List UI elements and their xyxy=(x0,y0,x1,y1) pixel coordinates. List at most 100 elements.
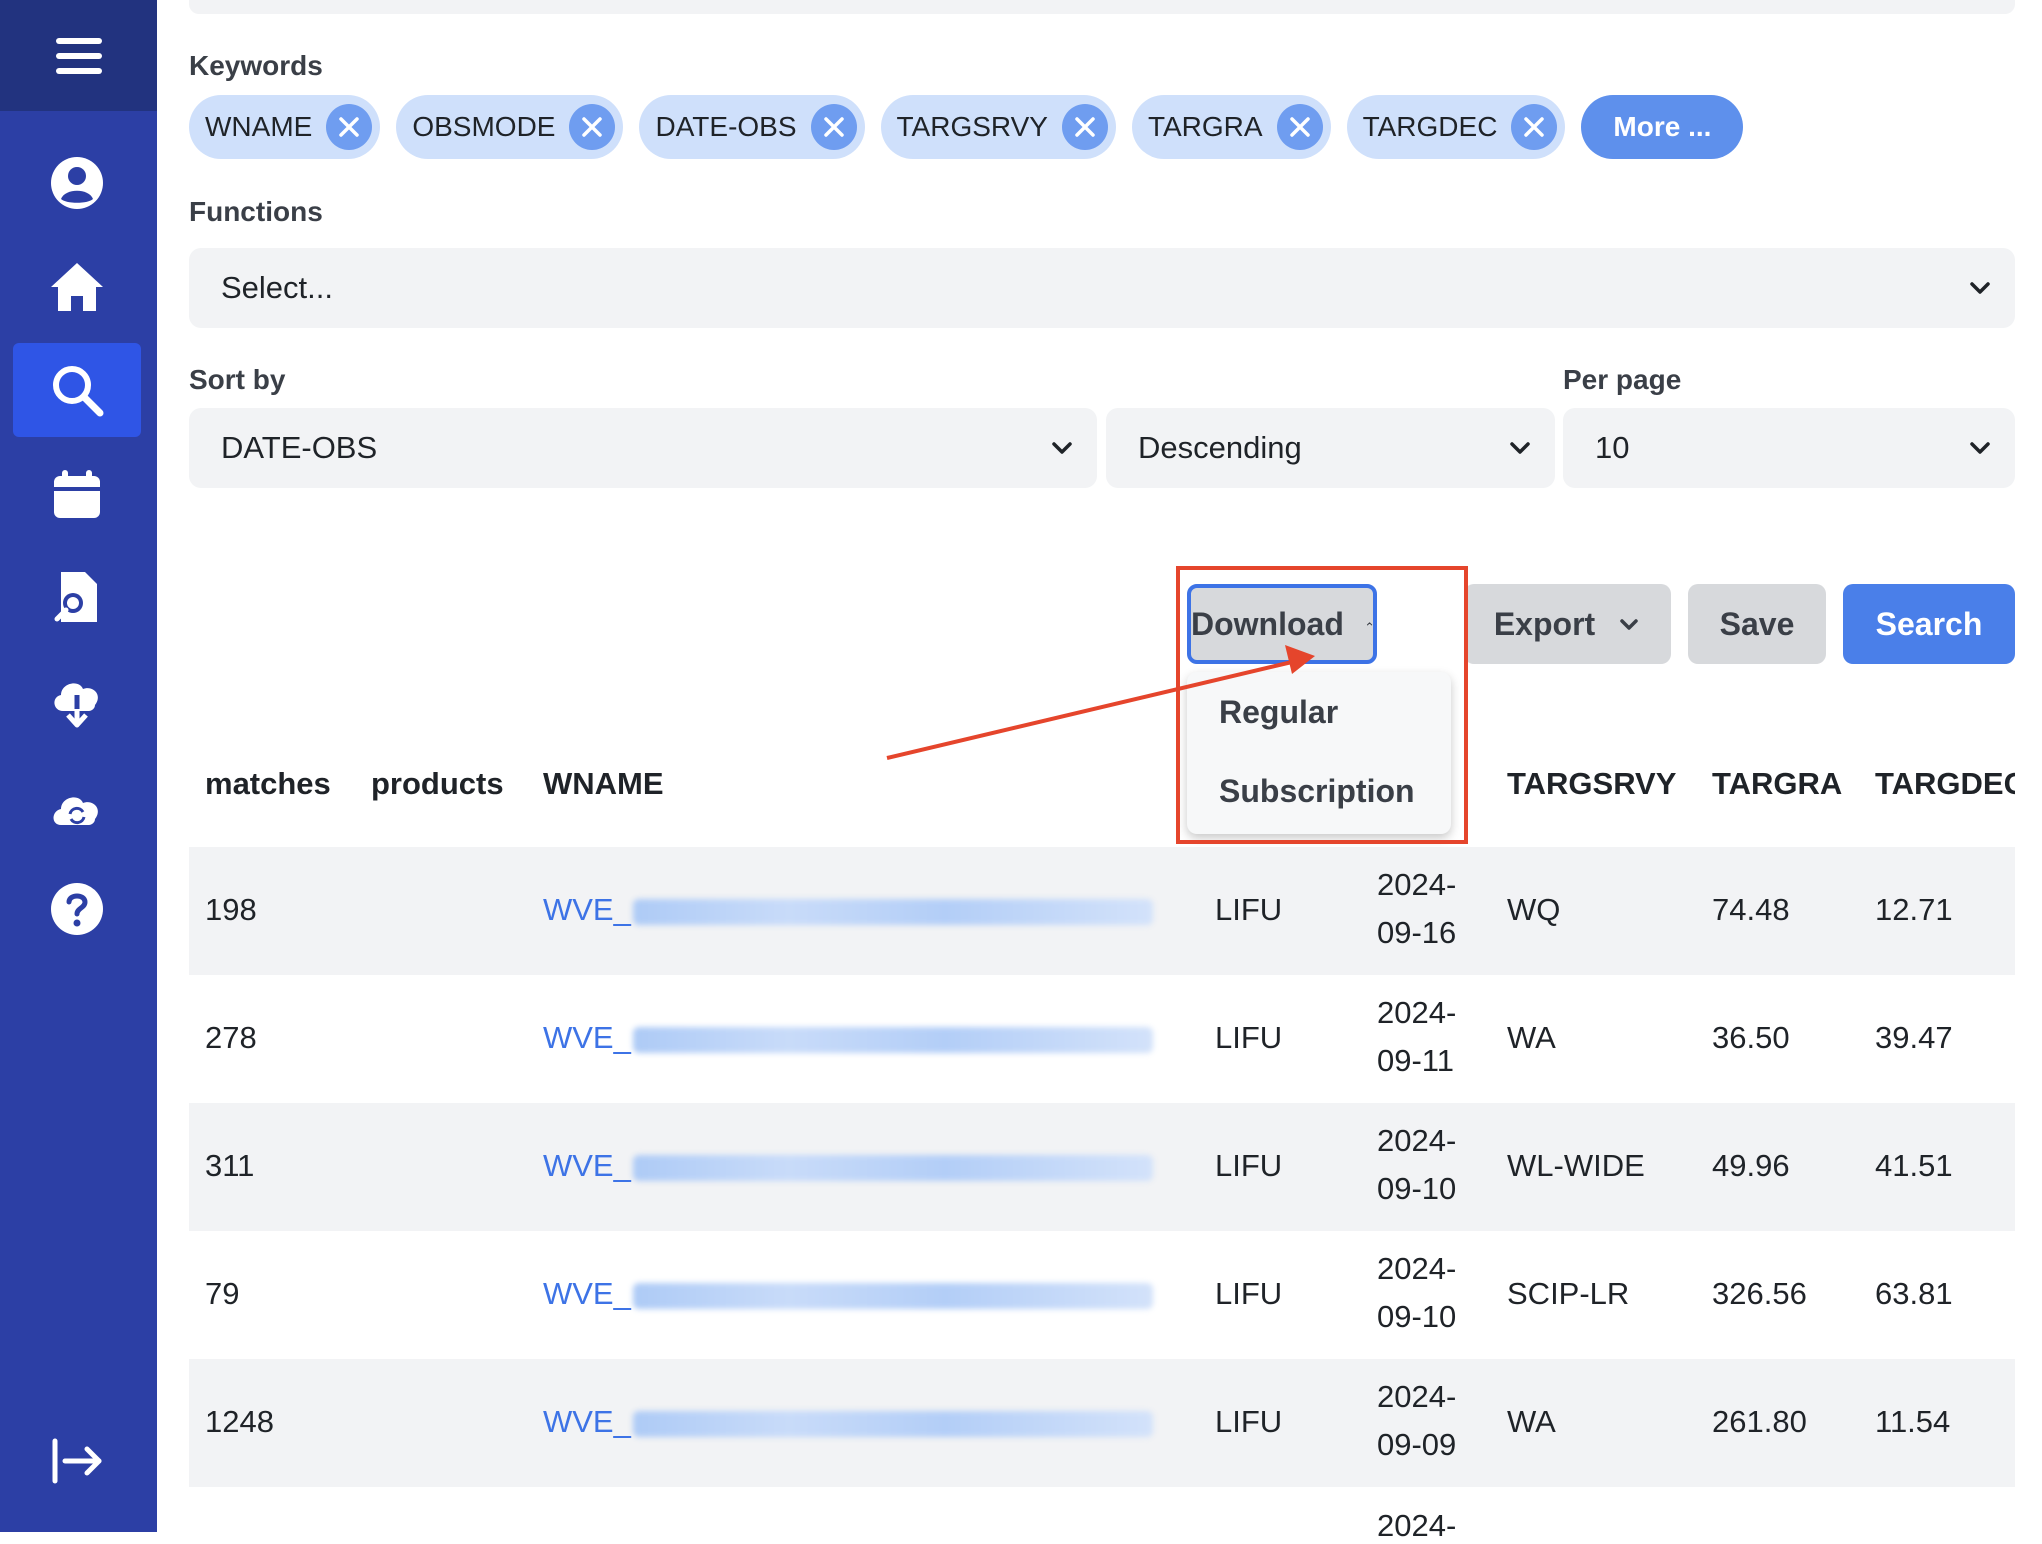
column-header-targdec[interactable]: TARGDEC xyxy=(1875,766,2026,802)
date-part: 2024- xyxy=(1377,867,1457,902)
chip-remove-button[interactable] xyxy=(1061,104,1108,150)
column-header-products[interactable]: products xyxy=(371,766,504,802)
save-button[interactable]: Save xyxy=(1688,584,1826,664)
sidebar-menu-toggle[interactable] xyxy=(0,0,157,111)
search-panel: Keywords WNAME OBSMODE DATE-OBS TARGSRVY… xyxy=(157,0,2042,1543)
user-circle-icon xyxy=(51,157,103,209)
download-button-label: Download xyxy=(1191,605,1344,642)
cell-date-obs-partial: 2024- xyxy=(1377,1508,1457,1543)
cell-targra: 326.56 xyxy=(1712,1276,1807,1311)
column-header-wname[interactable]: WNAME xyxy=(543,766,664,802)
close-icon xyxy=(1524,117,1545,137)
chip-remove-button[interactable] xyxy=(1276,104,1323,150)
chip-remove-button[interactable] xyxy=(1511,104,1558,150)
per-page-label: Per page xyxy=(1563,364,1682,395)
cell-wname[interactable]: WVE_ xyxy=(543,1276,1153,1312)
cell-targra: 36.50 xyxy=(1712,1020,1790,1055)
keyword-chip-wname: WNAME xyxy=(189,95,381,159)
chevron-down-icon xyxy=(1510,442,1530,454)
close-icon xyxy=(823,117,844,137)
chip-label: WNAME xyxy=(205,111,313,142)
home-icon xyxy=(51,263,103,311)
cell-date-obs: 2024- 09-09 xyxy=(1377,1373,1456,1469)
chevron-up-icon xyxy=(1366,622,1373,626)
sidebar-item-logout[interactable] xyxy=(13,1414,141,1508)
cell-targsrvy: WA xyxy=(1507,1404,1556,1439)
sidebar-item-cloud-download[interactable] xyxy=(13,654,141,748)
logout-icon xyxy=(52,1438,102,1484)
chip-label: TARGSRVY xyxy=(896,111,1048,142)
table-row: 79 WVE_ LIFU 2024- 09-10 SCIP-LR 326.56 6… xyxy=(189,1231,2015,1359)
cell-wname[interactable]: WVE_ xyxy=(543,1148,1153,1184)
more-keywords-button[interactable]: More ... xyxy=(1581,95,1744,159)
close-icon xyxy=(582,117,603,137)
table-row: 1248 WVE_ LIFU 2024- 09-09 WA 261.80 11.5… xyxy=(189,1359,2015,1487)
sort-field-select[interactable]: DATE-OBS xyxy=(189,408,1097,488)
cell-obsmode: LIFU xyxy=(1215,1020,1283,1055)
date-part: 09-09 xyxy=(1377,1427,1457,1462)
keyword-chip-obsmode: OBSMODE xyxy=(396,95,624,159)
column-header-targra[interactable]: TARGRA xyxy=(1712,766,1842,802)
wname-link[interactable]: WVE_ xyxy=(543,1148,631,1183)
sidebar-item-search[interactable] xyxy=(13,343,141,437)
sidebar-item-home[interactable] xyxy=(13,240,141,334)
date-part: 09-16 xyxy=(1377,915,1457,950)
download-menu: Regular Subscription xyxy=(1187,672,1451,834)
date-part: 09-11 xyxy=(1377,1043,1454,1078)
cell-wname[interactable]: WVE_ xyxy=(543,892,1153,928)
keyword-chip-targsrvy: TARGSRVY xyxy=(880,95,1116,159)
cell-date-obs: 2024- 09-16 xyxy=(1377,861,1456,957)
cell-matches: 198 xyxy=(205,892,257,927)
cell-matches: 278 xyxy=(205,1020,257,1055)
download-menu-item-subscription[interactable]: Subscription xyxy=(1219,773,1415,810)
calendar-icon xyxy=(54,470,100,518)
column-header-targsrvy[interactable]: TARGSRVY xyxy=(1507,766,1676,802)
date-part: 09-10 xyxy=(1377,1299,1457,1334)
column-header-matches[interactable]: matches xyxy=(205,766,331,802)
cell-targra: 49.96 xyxy=(1712,1148,1790,1183)
chip-remove-button[interactable] xyxy=(569,104,616,150)
keyword-chip-date-obs: DATE-OBS xyxy=(639,95,865,159)
chip-label: TARGDEC xyxy=(1362,111,1498,142)
cell-targdec: 39.47 xyxy=(1875,1020,1953,1055)
redacted-text xyxy=(632,1410,1153,1437)
export-button[interactable]: Export xyxy=(1464,584,1671,664)
cell-date-obs: 2024- 09-10 xyxy=(1377,1117,1456,1213)
redacted-text xyxy=(632,898,1153,925)
keyword-chips: WNAME OBSMODE DATE-OBS TARGSRVY TARGRA T… xyxy=(189,95,1744,159)
sort-order-select[interactable]: Descending xyxy=(1106,408,1555,488)
sidebar-item-cloud-sync[interactable] xyxy=(13,760,141,854)
cell-wname[interactable]: WVE_ xyxy=(543,1020,1153,1056)
date-part: 2024- xyxy=(1377,995,1457,1030)
redacted-text xyxy=(632,1154,1153,1181)
download-button[interactable]: Download xyxy=(1187,584,1377,664)
wname-link[interactable]: WVE_ xyxy=(543,1020,631,1055)
chip-remove-button[interactable] xyxy=(810,104,857,150)
wname-link[interactable]: WVE_ xyxy=(543,1276,631,1311)
cell-obsmode: LIFU xyxy=(1215,892,1283,927)
cell-targra: 261.80 xyxy=(1712,1404,1807,1439)
download-menu-item-regular[interactable]: Regular xyxy=(1219,694,1338,731)
wname-link[interactable]: WVE_ xyxy=(543,1404,631,1439)
search-button[interactable]: Search xyxy=(1843,584,2015,664)
per-page-select[interactable]: 10 xyxy=(1563,408,2015,488)
functions-select[interactable]: Select... xyxy=(189,248,2015,328)
table-row: 278 WVE_ LIFU 2024- 09-11 WA 36.50 39.47 xyxy=(189,975,2015,1103)
wname-link[interactable]: WVE_ xyxy=(543,892,631,927)
cell-targdec: 63.81 xyxy=(1875,1276,1953,1311)
sidebar-item-file-search[interactable] xyxy=(13,550,141,644)
cell-targsrvy: WQ xyxy=(1507,892,1561,927)
cell-targdec: 12.71 xyxy=(1875,892,1953,927)
chip-label: TARGRA xyxy=(1147,111,1263,142)
chevron-down-icon xyxy=(1052,442,1072,454)
sidebar-item-help[interactable] xyxy=(13,862,141,956)
sidebar-item-profile[interactable] xyxy=(13,136,141,230)
date-part: 2024- xyxy=(1377,1123,1457,1158)
file-search-icon xyxy=(54,572,97,622)
help-icon xyxy=(51,883,103,935)
close-icon xyxy=(339,117,360,137)
sidebar-item-calendar[interactable] xyxy=(13,448,141,542)
cell-wname[interactable]: WVE_ xyxy=(543,1404,1153,1440)
chip-remove-button[interactable] xyxy=(326,104,373,150)
export-button-label: Export xyxy=(1493,605,1596,642)
